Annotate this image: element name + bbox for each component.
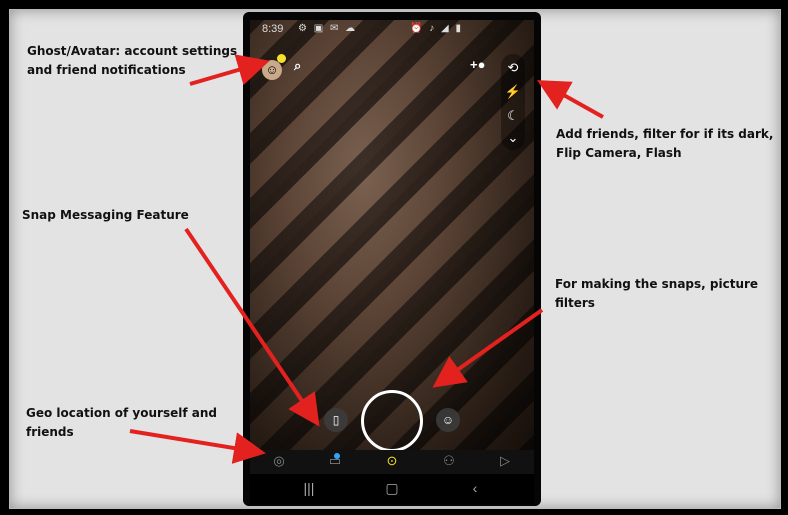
status-notification-icons: ⚙ ▣ ✉ ☁ — [298, 23, 358, 34]
map-pin-icon[interactable]: ◎ — [264, 453, 294, 469]
chat-notification-dot — [334, 453, 340, 459]
annotation-snaps-line1: For making the snaps, picture — [555, 277, 759, 291]
back-icon[interactable]: ‹ — [460, 480, 490, 496]
annotation-ghost: Ghost/Avatar: account settings and frien… — [27, 42, 237, 80]
annotation-ghost-line2: and friend notifications — [27, 63, 186, 77]
annotation-geo-line2: friends — [26, 425, 74, 439]
annotation-ghost-line1: Ghost/Avatar: account settings — [27, 44, 238, 58]
flash-off-icon[interactable]: ⚡ — [501, 84, 525, 100]
camera-icon[interactable]: ⊙ — [377, 453, 407, 469]
phone-screenshot: 8:39 ⚙ ▣ ✉ ☁ ⏰ ♪ ◢ ▮ ☺ ⌕ +● ⟲ ⚡ ☾ ⌄ ▯ ☺ … — [243, 12, 541, 506]
flip-camera-icon[interactable]: ⟲ — [501, 60, 525, 76]
home-icon[interactable]: ▢ — [377, 480, 407, 497]
status-system-icons: ⏰ ♪ ◢ ▮ — [410, 23, 463, 34]
annotation-geo: Geo location of yourself and friends — [26, 404, 217, 442]
notification-dot — [277, 54, 286, 63]
friends-icon[interactable]: ⚇ — [434, 453, 464, 469]
capture-button[interactable] — [361, 390, 423, 452]
annotation-snaps: For making the snaps, picture filters — [555, 275, 758, 313]
search-icon[interactable]: ⌕ — [294, 58, 301, 74]
annotation-add-friends-line2: Flip Camera, Flash — [556, 146, 682, 160]
status-time: 8:39 — [262, 23, 284, 35]
camera-viewfinder[interactable]: 8:39 ⚙ ▣ ✉ ☁ ⏰ ♪ ◢ ▮ ☺ ⌕ +● ⟲ ⚡ ☾ ⌄ ▯ ☺ — [250, 20, 534, 458]
annotation-add-friends: Add friends, filter for if its dark, Fli… — [556, 125, 773, 163]
chevron-down-icon[interactable]: ⌄ — [501, 130, 525, 146]
play-icon[interactable]: ▷ — [490, 453, 520, 469]
memories-icon[interactable]: ▯ — [324, 408, 348, 432]
smiley-icon[interactable]: ☺ — [436, 408, 460, 432]
recent-apps-icon[interactable]: ||| — [294, 480, 324, 496]
add-friend-icon[interactable]: +● — [470, 57, 485, 72]
avatar-icon[interactable]: ☺ — [262, 60, 282, 80]
moon-icon[interactable]: ☾ — [501, 108, 525, 124]
annotation-geo-line1: Geo location of yourself and — [26, 406, 217, 420]
annotation-add-friends-line1: Add friends, filter for if its dark, — [556, 127, 774, 141]
annotation-snap-messaging: Snap Messaging Feature — [22, 208, 189, 222]
camera-toolbar: ⟲ ⚡ ☾ ⌄ — [501, 54, 525, 150]
system-nav-bar: ||| ▢ ‹ — [250, 474, 534, 504]
bottom-nav: ◎ ▭ ⊙ ⚇ ▷ — [250, 450, 534, 474]
annotation-snaps-line2: filters — [555, 296, 595, 310]
